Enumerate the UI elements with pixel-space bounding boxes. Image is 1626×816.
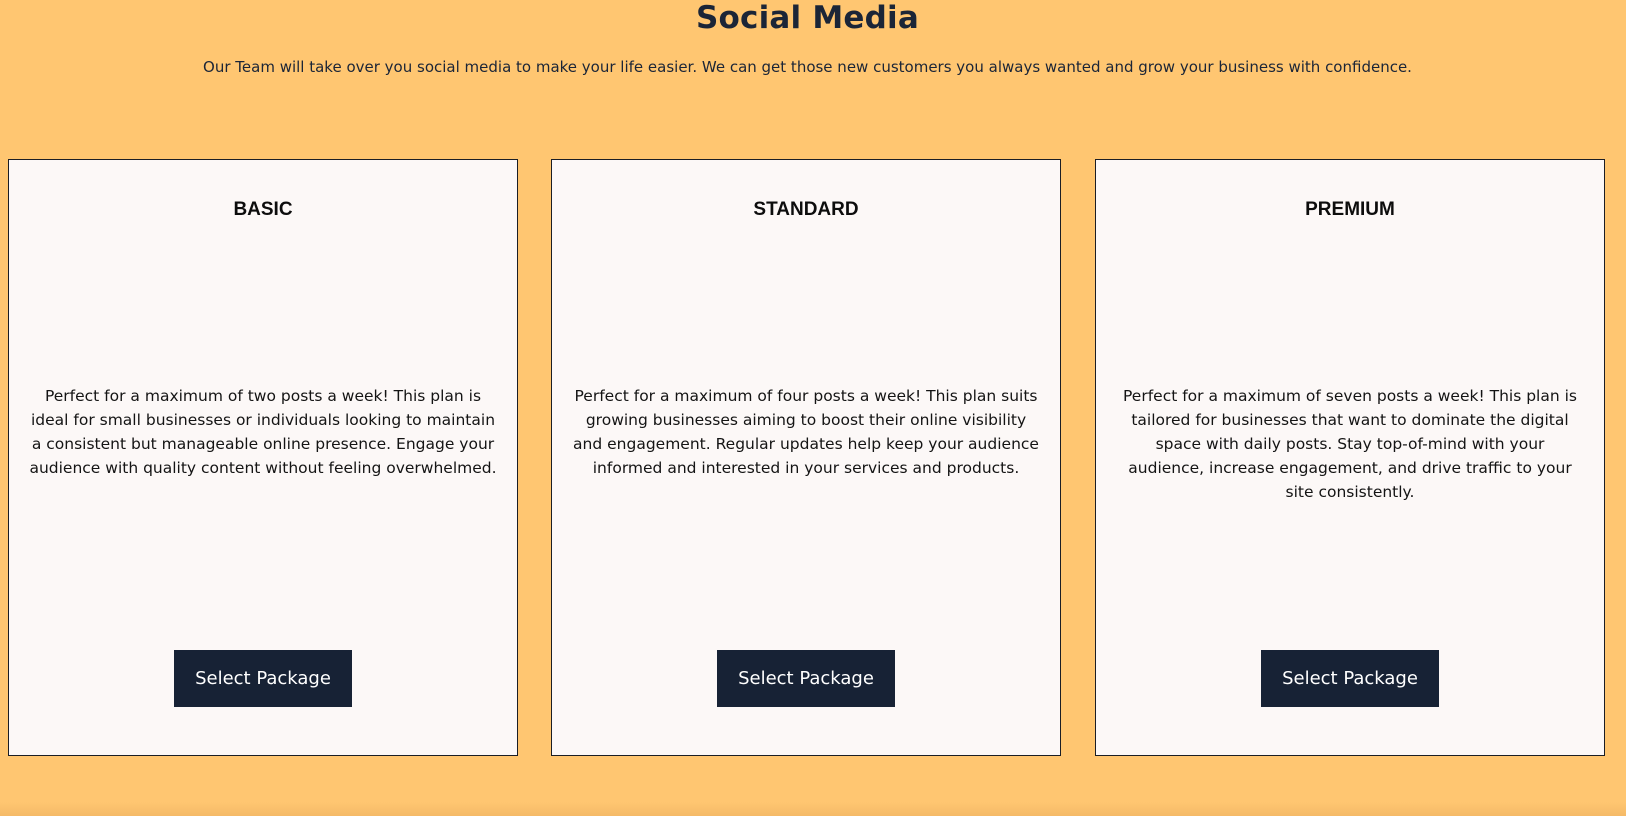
plan-description: Perfect for a maximum of two posts a wee… [29,387,497,477]
select-package-button-basic[interactable]: Select Package [174,650,352,707]
select-package-button-standard[interactable]: Select Package [717,650,895,707]
plan-name: STANDARD [753,199,859,220]
plan-card-standard: STANDARD Perfect for a maximum of four p… [551,159,1061,756]
pricing-plans: BASIC Perfect for a maximum of two posts… [8,159,1608,759]
plan-name: PREMIUM [1305,199,1395,220]
page-subtitle: Our Team will take over you social media… [203,58,1412,76]
page-title: Social Media [696,0,919,36]
plan-name: BASIC [233,199,293,220]
plan-card-basic: BASIC Perfect for a maximum of two posts… [8,159,518,756]
plan-description: Perfect for a maximum of seven posts a w… [1123,387,1577,501]
bottom-edge-shadow [0,802,1626,816]
plan-description: Perfect for a maximum of four posts a we… [573,387,1039,477]
plan-card-premium: PREMIUM Perfect for a maximum of seven p… [1095,159,1605,756]
select-package-button-premium[interactable]: Select Package [1261,650,1439,707]
